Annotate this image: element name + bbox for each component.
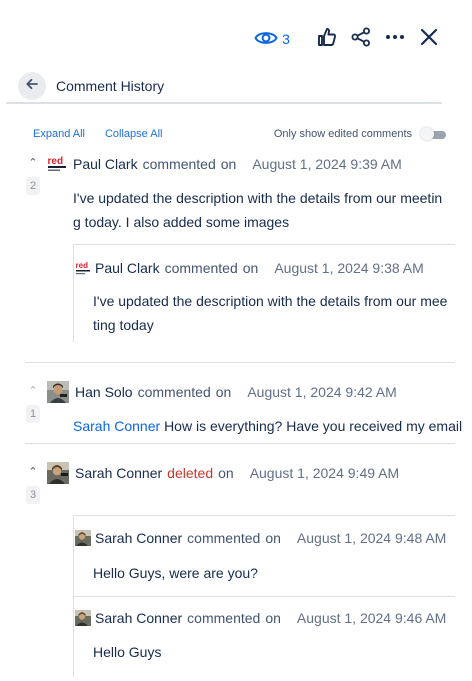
comment-history-header: Comment History bbox=[6, 70, 442, 104]
revision-count-badge: 2 bbox=[26, 177, 40, 195]
history-rail bbox=[73, 246, 74, 342]
red-logo-avatar: red bbox=[75, 260, 91, 276]
comment-author[interactable]: Paul Clark bbox=[73, 156, 138, 172]
thread-divider bbox=[25, 362, 455, 363]
comment-on-word: on bbox=[215, 384, 232, 400]
divider bbox=[73, 515, 455, 516]
comment-action: commented bbox=[142, 156, 216, 172]
svg-text:red: red bbox=[76, 261, 89, 270]
comment-timestamp: August 1, 2024 9:42 AM bbox=[247, 384, 397, 400]
edited-filter-toggle[interactable] bbox=[420, 127, 448, 141]
previous-version-body: I've updated the description with the de… bbox=[93, 293, 448, 333]
page-title: Comment History bbox=[56, 78, 165, 94]
comment-timestamp: August 1, 2024 9:46 AM bbox=[296, 610, 447, 626]
divider bbox=[73, 596, 455, 597]
comment-on-word: on bbox=[220, 156, 237, 172]
comment-author[interactable]: Han Solo bbox=[75, 384, 133, 400]
collapse-all-button[interactable]: Collapse All bbox=[105, 128, 162, 140]
chevron-up-icon[interactable]: ⌃ bbox=[26, 156, 40, 170]
watch-count: 3 bbox=[282, 31, 290, 47]
edited-filter: Only show edited comments bbox=[274, 127, 448, 141]
previous-version-body: Hello Guys, were are you? bbox=[93, 565, 258, 581]
issue-toolbar: 3 bbox=[250, 24, 444, 54]
expand-all-button[interactable]: Expand All bbox=[33, 128, 85, 140]
previous-version-header: Sarah Conner commented on August 1, 2024… bbox=[75, 608, 446, 628]
comment-on-word: on bbox=[265, 610, 281, 626]
thread-divider bbox=[25, 443, 455, 444]
comment-action: commented bbox=[164, 260, 238, 276]
comment-body: Sarah Conner How is everything? Have you… bbox=[73, 418, 463, 434]
comment-on-word: on bbox=[218, 465, 234, 481]
comment-action-deleted: deleted bbox=[167, 465, 214, 481]
comment-on-word: on bbox=[242, 260, 259, 276]
comment-header: Han Solo commented on August 1, 2024 9:4… bbox=[47, 381, 397, 403]
previous-version-header: red Paul Clark commented on August 1, 20… bbox=[75, 258, 424, 278]
comment-timestamp: August 1, 2024 9:38 AM bbox=[274, 260, 424, 276]
sarah-conner-avatar bbox=[47, 462, 69, 484]
svg-text:red: red bbox=[48, 156, 64, 167]
comment-timestamp: August 1, 2024 9:39 AM bbox=[252, 156, 402, 172]
chevron-up-icon[interactable]: ⌃ bbox=[26, 465, 40, 479]
comment-action: commented bbox=[137, 384, 211, 400]
like-button[interactable] bbox=[312, 24, 342, 54]
eye-icon bbox=[254, 29, 278, 50]
sarah-conner-avatar bbox=[75, 530, 91, 546]
comment-timestamp: August 1, 2024 9:48 AM bbox=[296, 530, 447, 546]
share-button[interactable] bbox=[346, 24, 376, 54]
revision-count-badge: 3 bbox=[26, 486, 40, 504]
watch-button[interactable]: 3 bbox=[250, 24, 294, 54]
comment-author[interactable]: Paul Clark bbox=[95, 260, 160, 276]
history-rail bbox=[73, 517, 74, 677]
previous-version-body: Hello Guys bbox=[93, 644, 162, 660]
comment-timestamp: August 1, 2024 9:49 AM bbox=[249, 465, 400, 481]
previous-version-header: Sarah Conner commented on August 1, 2024… bbox=[75, 528, 446, 548]
comment-action: commented bbox=[187, 610, 261, 626]
comment-on-word: on bbox=[265, 530, 281, 546]
more-actions-button[interactable] bbox=[380, 24, 410, 54]
han-solo-avatar bbox=[47, 381, 69, 403]
edited-filter-label: Only show edited comments bbox=[273, 128, 412, 140]
comment-action: commented bbox=[187, 530, 261, 546]
close-button[interactable] bbox=[414, 24, 444, 54]
thumbs-up-icon bbox=[316, 26, 338, 53]
comment-author[interactable]: Sarah Conner bbox=[95, 530, 182, 546]
sarah-conner-avatar bbox=[75, 610, 91, 626]
back-button[interactable] bbox=[18, 72, 46, 100]
chevron-up-icon[interactable]: ⌃ bbox=[26, 384, 40, 398]
user-mention[interactable]: Sarah Conner bbox=[73, 418, 160, 434]
comment-header: Sarah Conner deleted on August 1, 2024 9… bbox=[47, 462, 400, 484]
history-controls: Expand All Collapse All Only show edited… bbox=[33, 124, 448, 144]
divider bbox=[73, 244, 455, 245]
close-icon bbox=[418, 26, 440, 53]
more-icon bbox=[384, 26, 406, 53]
red-logo-avatar: red bbox=[47, 154, 67, 174]
arrow-left-icon bbox=[24, 76, 40, 97]
comment-header: red Paul Clark commented on August 1, 20… bbox=[47, 154, 402, 174]
share-icon bbox=[350, 26, 372, 53]
comment-author[interactable]: Sarah Conner bbox=[95, 610, 182, 626]
comment-body: I've updated the description with the de… bbox=[73, 190, 443, 230]
revision-count-badge: 1 bbox=[26, 405, 40, 423]
comment-author[interactable]: Sarah Conner bbox=[75, 465, 162, 481]
